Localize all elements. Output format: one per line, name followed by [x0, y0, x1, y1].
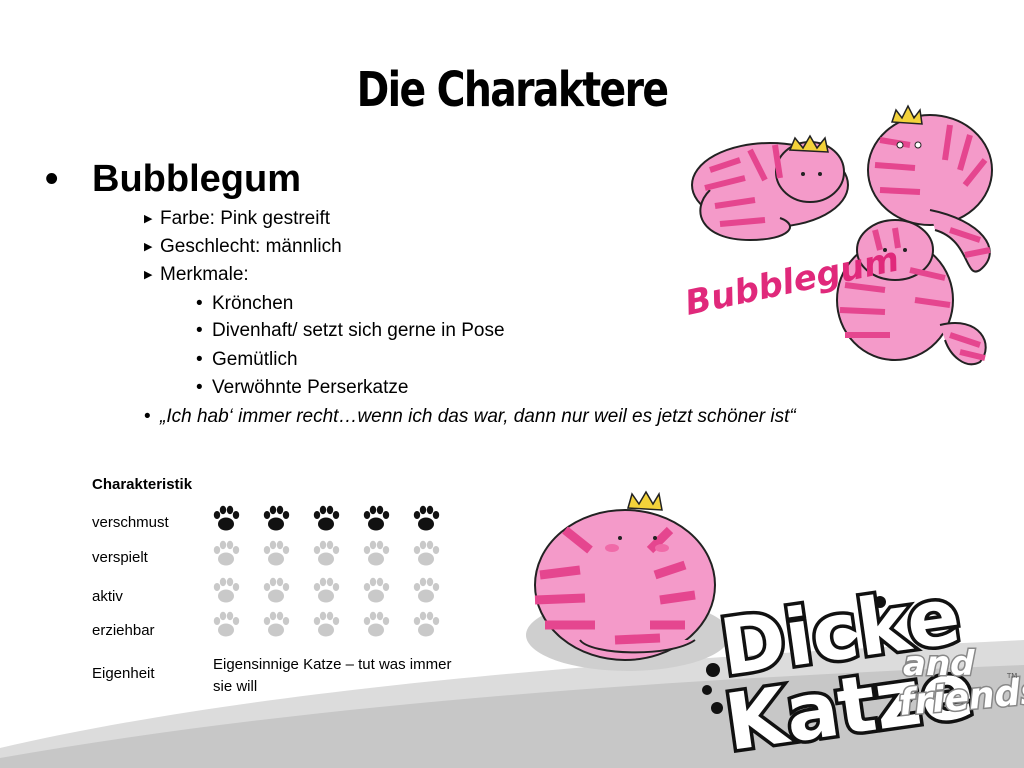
- paw-empty-icon: [313, 611, 340, 637]
- character-quote: • „Ich hab‘ immer recht…wenn ich das war,…: [144, 406, 796, 427]
- paw-filled-icon: [313, 505, 340, 531]
- paw-empty-icon: [213, 540, 240, 566]
- paw-rating-aktiv: [210, 575, 450, 607]
- paw-empty-icon: [413, 611, 440, 637]
- paw-filled-icon: [363, 505, 390, 531]
- dot-bullet: •: [196, 320, 203, 341]
- paw-filled-icon: [213, 505, 240, 531]
- dot-bullet: •: [144, 406, 151, 427]
- character-name: Bubblegum: [92, 158, 301, 200]
- paw-empty-icon: [313, 540, 340, 566]
- paw-empty-icon: [263, 540, 290, 566]
- paw-empty-icon: [313, 577, 340, 603]
- trait-label-erziehbar: erziehbar: [92, 622, 155, 639]
- paw-empty-icon: [363, 540, 390, 566]
- feature-item: • Divenhaft/ setzt sich gerne in Pose: [196, 320, 505, 341]
- detail-gender: ▶ Geschlecht: männlich: [144, 236, 342, 257]
- bubblegum-cats-illustration: Bubblegum: [682, 104, 993, 366]
- paw-rating-verschmust: [210, 503, 450, 535]
- dicke-katze-logo: Dicke Katze and friends TM: [702, 590, 1024, 765]
- feature-item: • Krönchen: [196, 293, 294, 314]
- triangle-bullet-icon: ▶: [144, 269, 153, 281]
- paw-empty-icon: [413, 577, 440, 603]
- trait-label-aktiv: aktiv: [92, 588, 123, 605]
- bullet-dot: •: [45, 158, 59, 200]
- detail-features: ▶ Merkmale:: [144, 264, 249, 285]
- dot-bullet: •: [196, 293, 203, 314]
- logo-trademark: TM: [1006, 672, 1017, 680]
- paw-empty-icon: [413, 540, 440, 566]
- lying-cat-drawing: [691, 134, 849, 242]
- dot-bullet: •: [196, 349, 203, 370]
- paw-empty-icon: [213, 577, 240, 603]
- paw-empty-icon: [213, 611, 240, 637]
- feature-item: • Gemütlich: [196, 349, 298, 370]
- paw-filled-icon: [413, 505, 440, 531]
- eigenheit-text: Eigensinnige Katze – tut was immer sie w…: [213, 656, 452, 695]
- paw-filled-icon: [263, 505, 290, 531]
- trait-label-verschmust: verschmust: [92, 514, 169, 531]
- paw-empty-icon: [363, 577, 390, 603]
- paw-empty-icon: [363, 611, 390, 637]
- paw-rating-erziehbar: [210, 609, 450, 641]
- characteristics-heading: Charakteristik: [92, 476, 193, 493]
- paw-empty-icon: [263, 577, 290, 603]
- paw-empty-icon: [263, 611, 290, 637]
- feature-item: • Verwöhnte Perserkatze: [196, 377, 409, 398]
- paw-rating-verspielt: [210, 538, 450, 570]
- dot-bullet: •: [196, 377, 203, 398]
- trait-label-verspielt: verspielt: [92, 549, 148, 566]
- triangle-bullet-icon: ▶: [144, 241, 153, 253]
- triangle-bullet-icon: ▶: [144, 213, 153, 225]
- eigenheit-label: Eigenheit: [92, 665, 155, 682]
- detail-color: ▶ Farbe: Pink gestreift: [144, 208, 331, 229]
